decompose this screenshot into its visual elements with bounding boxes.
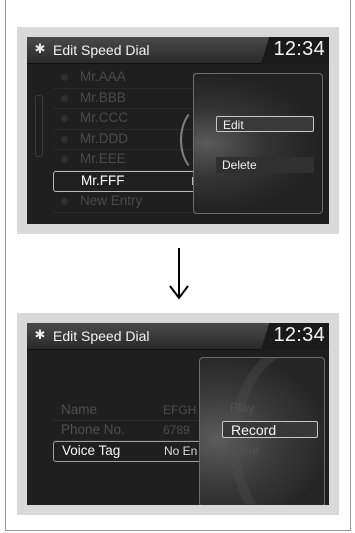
list-item[interactable]: New Entry (53, 192, 198, 213)
gear-icon: ✱ (34, 327, 46, 342)
list-item-label: Mr.AAA (80, 69, 126, 84)
page-title: Edit Speed Dial (53, 328, 150, 344)
entry-icon (61, 115, 68, 122)
clock: 12:34 (273, 38, 325, 60)
list-item[interactable]: Mr.AAA (53, 68, 198, 89)
list-item-label: Mr.FFF (81, 172, 125, 188)
list-item-label: Mr.EEE (80, 151, 126, 166)
top-screen-bezel: ✱ Edit Speed Dial 12:34 Mr.AAA Mr.BBB Mr… (17, 27, 339, 234)
entry-icon (61, 74, 68, 81)
entry-icon (61, 198, 68, 205)
scrollbar[interactable] (35, 95, 43, 157)
field-value: No En (164, 444, 198, 458)
entry-details: Name EFGH Phone No. 6789 Voice Tag No En (53, 401, 203, 462)
entry-icon (61, 156, 68, 163)
name-row[interactable]: Name EFGH (53, 401, 203, 421)
clear-menu-item[interactable]: Clear (222, 442, 318, 459)
field-value: EFGH (163, 403, 197, 417)
phone-number-row[interactable]: Phone No. 6789 (53, 421, 203, 441)
play-menu-item[interactable]: Play (222, 400, 318, 417)
voice-tag-row[interactable]: Voice Tag No En (53, 441, 203, 462)
title-bar: ✱ Edit Speed Dial 12:34 (27, 323, 329, 350)
list-item-label: Mr.DDD (80, 130, 128, 146)
record-menu-item[interactable]: Record (222, 421, 318, 438)
edit-menu-item[interactable]: Edit (216, 116, 314, 132)
list-item[interactable]: Mr.DDD (53, 130, 198, 150)
down-arrow-icon (169, 248, 189, 300)
options-popup: Edit Delete (180, 73, 323, 214)
gear-icon: ✱ (34, 41, 46, 56)
field-label: Voice Tag (62, 443, 121, 458)
list-item[interactable]: Mr.CCC (53, 109, 198, 130)
speed-dial-list: Mr.AAA Mr.BBB Mr.CCC Mr.DDD Mr.EEE Mr.FF… (53, 68, 198, 213)
list-item[interactable]: Mr.BBB (53, 89, 198, 109)
page-title: Edit Speed Dial (53, 42, 150, 58)
field-value: 6789 (163, 423, 190, 437)
voice-tag-popup: Play Record Clear (199, 357, 325, 505)
top-screen: ✱ Edit Speed Dial 12:34 Mr.AAA Mr.BBB Mr… (27, 37, 329, 224)
bottom-screen: ✱ Edit Speed Dial 12:34 Name EFGH Phone … (27, 323, 329, 505)
entry-icon (61, 135, 68, 143)
list-item-label: Mr.CCC (80, 110, 128, 125)
title-bar: ✱ Edit Speed Dial 12:34 (27, 37, 329, 64)
list-item-selected[interactable]: Mr.FFF (53, 170, 198, 192)
list-item-label: Mr.BBB (80, 89, 126, 105)
delete-menu-item[interactable]: Delete (216, 157, 314, 173)
field-label: Phone No. (61, 422, 125, 437)
field-label: Name (61, 402, 98, 417)
list-item[interactable]: Mr.EEE (53, 150, 198, 171)
clock: 12:34 (273, 324, 325, 346)
list-item-label: New Entry (80, 193, 143, 208)
bottom-screen-bezel: ✱ Edit Speed Dial 12:34 Name EFGH Phone … (17, 313, 339, 515)
entry-icon (61, 94, 68, 102)
